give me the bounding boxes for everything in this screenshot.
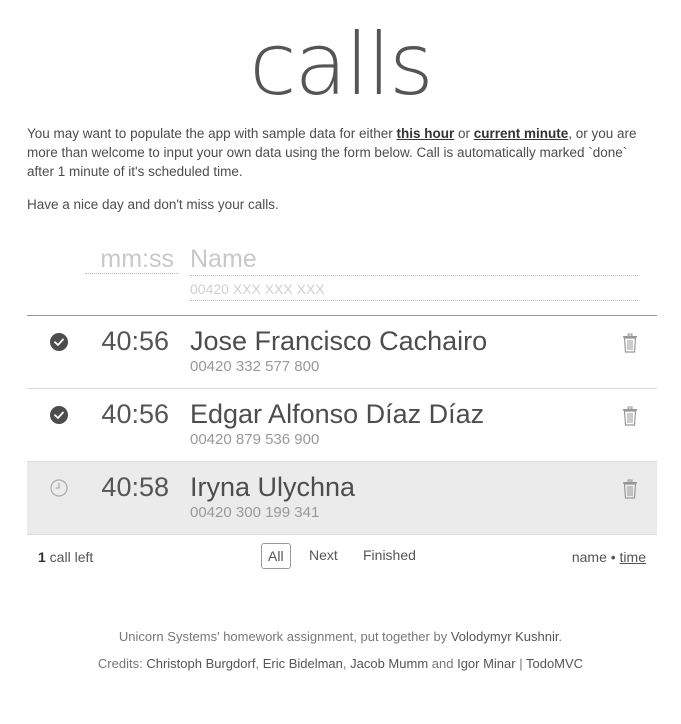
credits-line-1: Unicorn Systems' homework assignment, pu… [0,629,681,644]
sort-separator: • [606,549,620,565]
call-row: 40:56 Edgar Alfonso Díaz Díaz 00420 879 … [27,389,657,462]
calls-list: 40:56 Jose Francisco Cachairo 00420 332 … [27,315,657,535]
call-name: Edgar Alfonso Díaz Díaz [190,399,485,429]
intro-part1: You may want to populate the app with sa… [27,126,397,141]
credit-sep: , [255,656,263,671]
credits-label: Credits: [97,656,147,671]
calls-left-count: 1 call left [38,549,93,565]
todomvc-link[interactable]: TodoMVC [526,656,583,671]
call-phone: 00420 879 536 900 [190,431,320,448]
call-phone: 00420 332 577 800 [190,358,320,375]
call-time: 40:56 [101,399,169,429]
call-name: Jose Francisco Cachairo [190,326,488,356]
filter-finished[interactable]: Finished [357,543,422,567]
intro-part2: or [454,126,474,141]
current-minute-link[interactable]: current minute [474,126,569,141]
sort-name[interactable]: name [572,549,607,565]
check-circle-icon[interactable] [50,406,68,424]
count-label: call left [45,549,94,565]
list-footer: 1 call left All Next Finished name • tim… [27,543,657,569]
credits-text: Unicorn Systems' homework assignment, pu… [118,629,451,644]
credits-period: . [558,629,563,644]
credit-link[interactable]: Igor Minar [457,656,516,671]
credit-pipe: | [515,656,526,671]
name-input[interactable]: Name [190,240,638,276]
intro-greeting: Have a nice day and don't miss your call… [27,197,279,212]
trash-icon[interactable] [622,333,638,353]
call-time: 40:58 [101,472,169,502]
phone-input[interactable]: 00420 XXX XXX XXX [190,278,638,301]
credit-and: and [428,656,458,671]
intro-text: You may want to populate the app with sa… [27,124,657,181]
check-circle-icon[interactable] [50,333,68,351]
sort-controls: name • time [572,549,646,565]
call-time: 40:56 [101,326,169,356]
sort-time[interactable]: time [620,549,646,565]
trash-icon[interactable] [622,479,638,499]
app-title: calls [249,15,434,115]
call-name: Iryna Ulychna [190,472,356,502]
trash-icon[interactable] [622,406,638,426]
credit-link[interactable]: Eric Bidelman [263,656,343,671]
credit-link[interactable]: Christoph Burgdorf [146,656,255,671]
credits-line-2: Credits: Christoph Burgdorf, Eric Bidelm… [0,656,681,671]
credit-link[interactable]: Jacob Mumm [350,656,428,671]
filter-all[interactable]: All [261,543,291,569]
time-input[interactable]: mm:ss [85,240,179,274]
this-hour-link[interactable]: this hour [396,126,454,141]
filter-next[interactable]: Next [303,543,344,567]
author-link[interactable]: Volodymyr Kushnir [451,629,559,644]
clock-icon[interactable] [50,479,68,497]
call-phone: 00420 300 199 341 [190,504,320,521]
count-number: 1 [38,549,46,565]
call-row: 40:56 Jose Francisco Cachairo 00420 332 … [27,316,657,389]
call-row: 40:58 Iryna Ulychna 00420 300 199 341 [27,462,657,535]
